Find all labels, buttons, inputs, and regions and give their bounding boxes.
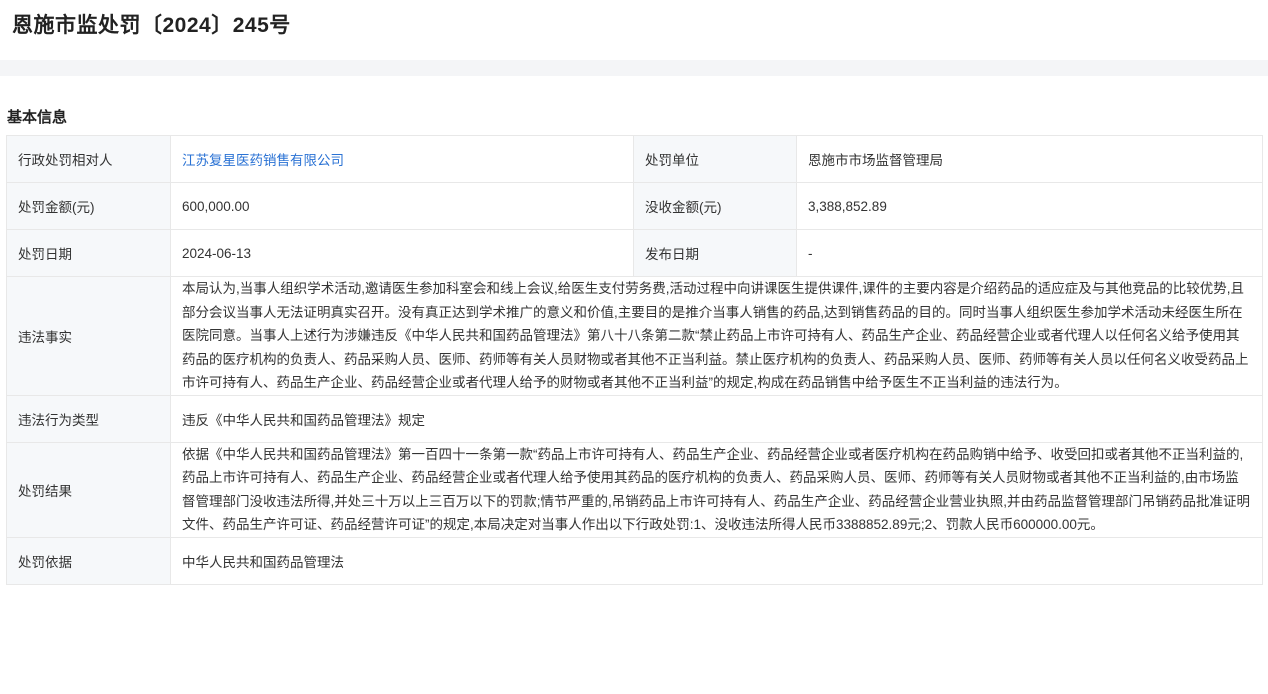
fine-value: 600,000.00 [170, 182, 634, 230]
title-bar: 恩施市监处罚〔2024〕245号 [0, 0, 1268, 48]
table-row: 行政处罚相对人 江苏复星医药销售有限公司 处罚单位 恩施市市场监督管理局 [6, 135, 1263, 183]
party-link[interactable]: 江苏复星医药销售有限公司 [170, 135, 634, 183]
confiscate-label: 没收金额(元) [633, 182, 797, 230]
facts-label: 违法事实 [6, 276, 171, 396]
unit-label: 处罚单位 [633, 135, 797, 183]
table-row: 处罚日期 2024-06-13 发布日期 - [6, 229, 1263, 277]
info-table: 行政处罚相对人 江苏复星医药销售有限公司 处罚单位 恩施市市场监督管理局 处罚金… [6, 135, 1263, 585]
result-label: 处罚结果 [6, 441, 171, 538]
unit-value: 恩施市市场监督管理局 [796, 135, 1263, 183]
table-row: 处罚金额(元) 600,000.00 没收金额(元) 3,388,852.89 [6, 182, 1263, 230]
type-value: 违反《中华人民共和国药品管理法》规定 [170, 394, 1263, 443]
confiscate-value: 3,388,852.89 [796, 182, 1263, 230]
table-row: 处罚依据 中华人民共和国药品管理法 [6, 536, 1263, 585]
basis-value: 中华人民共和国药品管理法 [170, 536, 1263, 585]
date-label: 处罚日期 [6, 229, 171, 277]
table-row: 处罚结果 依据《中华人民共和国药品管理法》第一百四十一条第一款“药品上市许可持有… [6, 441, 1263, 538]
basis-label: 处罚依据 [6, 536, 171, 585]
fine-label: 处罚金额(元) [6, 182, 171, 230]
result-value: 依据《中华人民共和国药品管理法》第一百四十一条第一款“药品上市许可持有人、药品生… [170, 441, 1263, 538]
publish-label: 发布日期 [633, 229, 797, 277]
party-label: 行政处罚相对人 [6, 135, 171, 183]
type-label: 违法行为类型 [6, 394, 171, 443]
page-title: 恩施市监处罚〔2024〕245号 [12, 14, 291, 37]
table-row: 违法事实 本局认为,当事人组织学术活动,邀请医生参加科室会和线上会议,给医生支付… [6, 276, 1263, 396]
publish-value: - [796, 229, 1263, 277]
divider-band [0, 60, 1268, 76]
facts-value: 本局认为,当事人组织学术活动,邀请医生参加科室会和线上会议,给医生支付劳务费,活… [170, 276, 1263, 396]
table-row: 违法行为类型 违反《中华人民共和国药品管理法》规定 [6, 394, 1263, 443]
date-value: 2024-06-13 [170, 229, 634, 277]
section-title: 基本信息 [7, 108, 68, 126]
